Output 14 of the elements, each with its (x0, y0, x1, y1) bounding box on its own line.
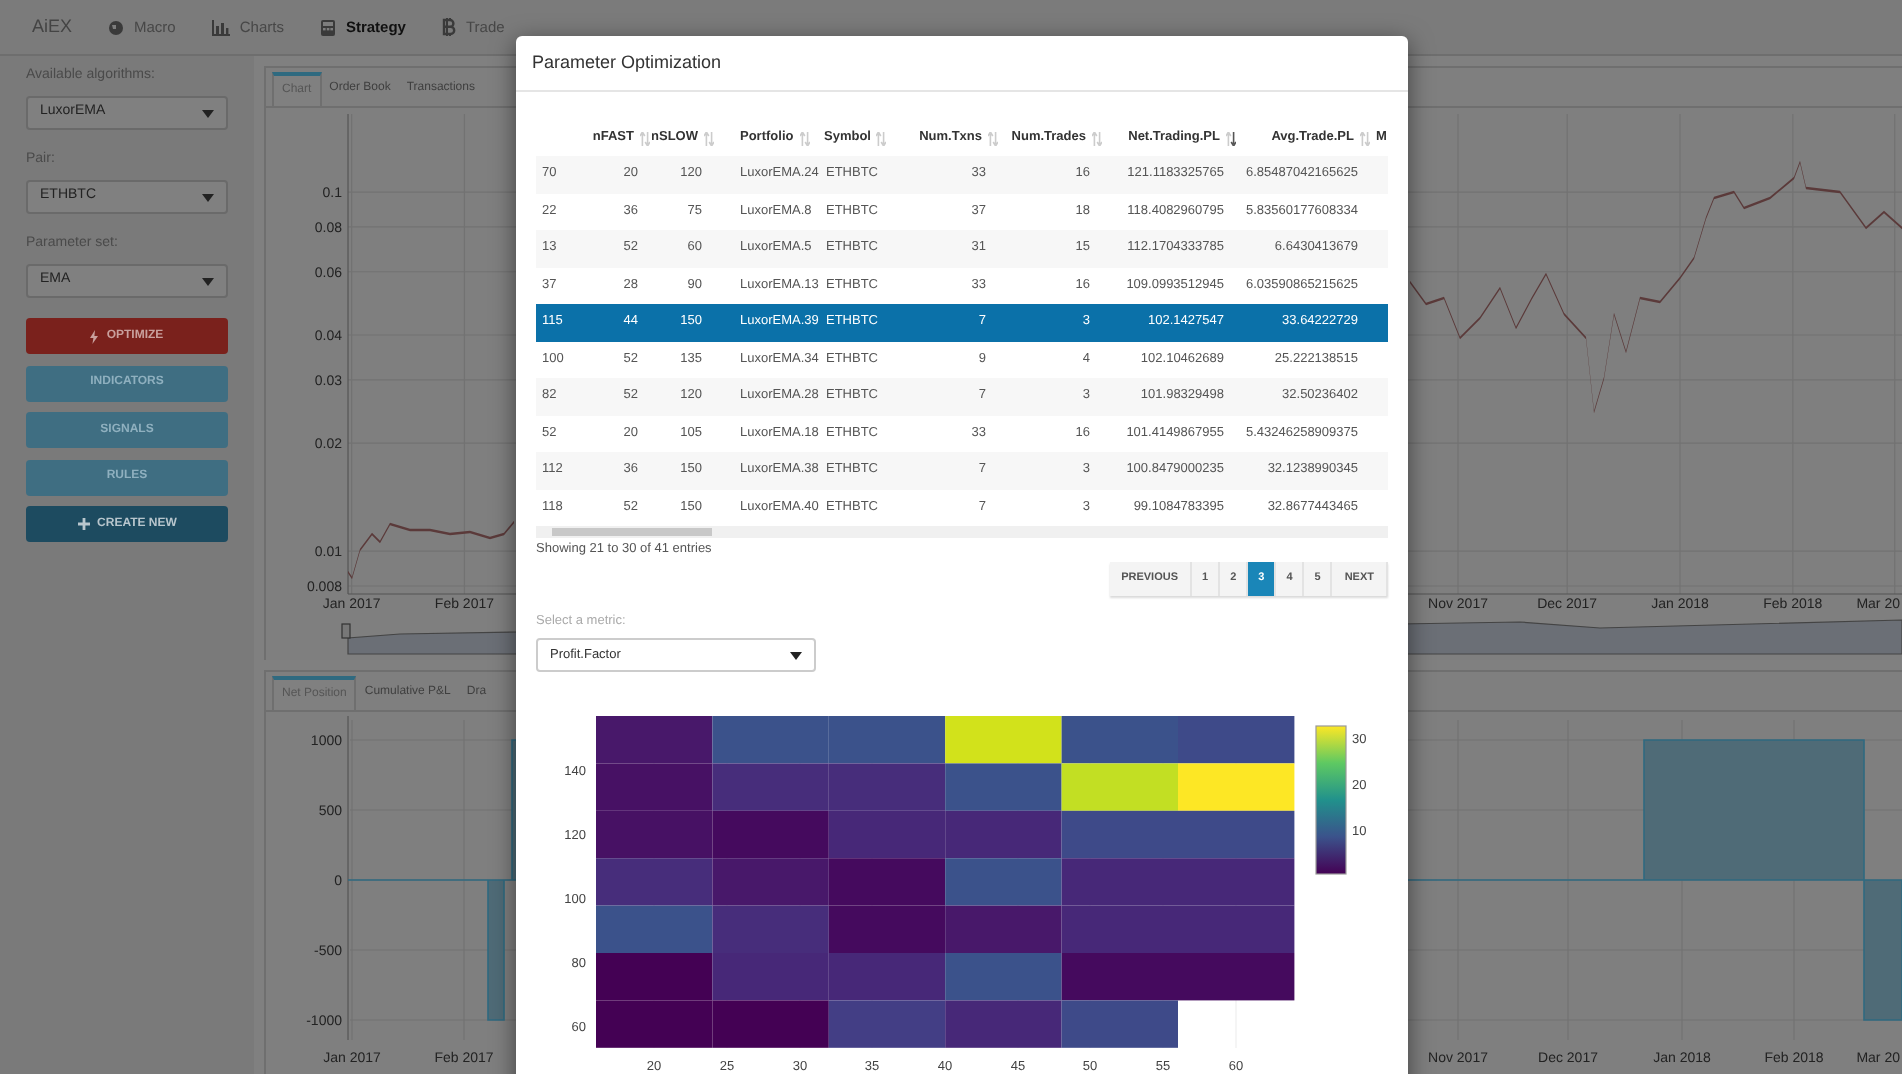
caret-icon (202, 109, 214, 117)
caret-icon (202, 277, 214, 285)
modal-title: Parameter Optimization (532, 49, 722, 76)
slider-handle[interactable] (341, 623, 351, 639)
bitcoin-icon (441, 18, 456, 36)
sort-icon[interactable] (1226, 131, 1236, 145)
bolt-icon (90, 329, 99, 343)
bar-chart-icon (211, 19, 230, 35)
globe-icon (108, 19, 125, 35)
calculator-icon (319, 19, 336, 35)
caret-icon (790, 651, 802, 659)
horizontal-scrollbar[interactable] (536, 526, 1388, 538)
caret-icon (202, 193, 214, 201)
plus-icon (77, 518, 90, 530)
